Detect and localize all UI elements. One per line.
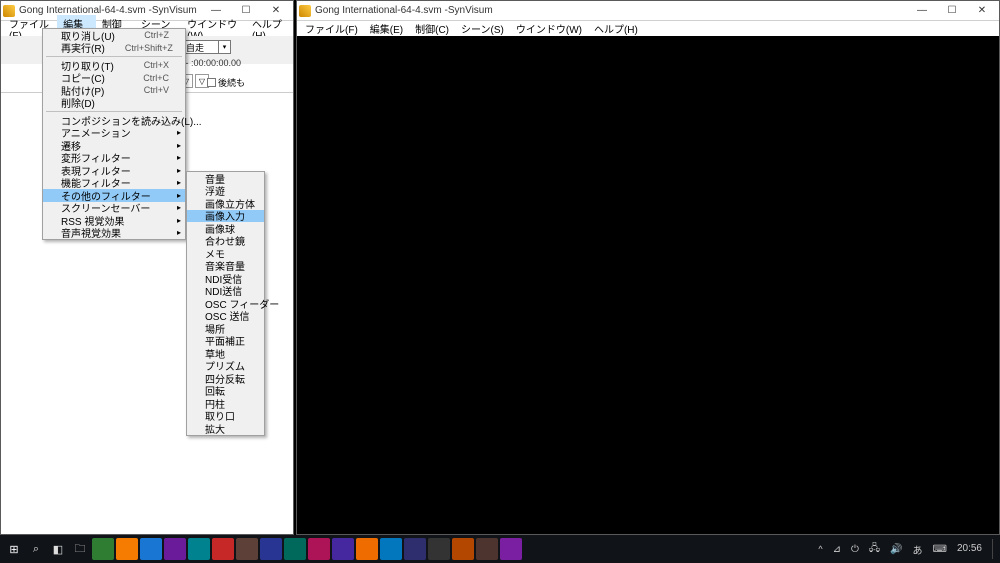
menu-item-label: 音声視覚効果 [61, 225, 169, 240]
taskbar-app[interactable] [500, 538, 522, 560]
titlebar[interactable]: Gong International-64-4.svm -SynVisum — … [297, 1, 999, 21]
taskbar-app[interactable] [236, 538, 258, 560]
taskbar-app[interactable] [404, 538, 426, 560]
explorer-icon[interactable]: 🗀 [70, 539, 90, 559]
app-icon [299, 5, 311, 17]
taskbar-clock[interactable]: 20:56 [957, 544, 982, 555]
menu-item-label: 削除(D) [61, 95, 169, 110]
taskbar-app[interactable] [356, 538, 378, 560]
tray-network-icon[interactable]: 🖧 [869, 541, 880, 558]
taskbar-app[interactable] [380, 538, 402, 560]
tray-power-icon[interactable]: ⏻ [851, 544, 859, 555]
submenu-arrow-icon: ▸ [177, 178, 181, 187]
taskbar-app[interactable] [92, 538, 114, 560]
menu-item[interactable]: 削除(D) [43, 97, 185, 110]
menu-item[interactable]: 音声視覚効果 ▸ [43, 227, 185, 240]
taskbar-app[interactable] [284, 538, 306, 560]
checkbox-label: 後続も [218, 76, 245, 89]
follow-checkbox[interactable]: 後続も [207, 76, 245, 89]
other-filters-submenu: 音量浮遊画像立方体画像入力画像球合わせ鏡メモ音楽音量NDI受信NDI送信OSC … [186, 171, 265, 436]
taskbar: ⊞ ⌕ ◧ 🗀 ^ ⊿ ⏻ 🖧 🔊 あ ⌨ 20:56 [0, 535, 1000, 563]
menu-accel: Ctrl+V [144, 85, 169, 95]
menubar: ファイル(F) 編集(E) 制御(C) シーン(S) ウインドウ(W) ヘルプ(… [297, 21, 999, 36]
menu-file[interactable]: ファイル(F) [299, 20, 364, 37]
submenu-item[interactable]: 拡大 [187, 422, 264, 435]
search-icon[interactable]: ⌕ [26, 539, 46, 559]
chevron-down-icon: ▾ [218, 41, 230, 53]
taskbar-app[interactable] [164, 538, 186, 560]
taskbar-app[interactable] [476, 538, 498, 560]
submenu-item-label: 拡大 [205, 421, 248, 436]
edit-dropdown-menu: 取り消し(U)Ctrl+Z再実行(R)Ctrl+Shift+Z切り取り(T)Ct… [42, 28, 186, 240]
submenu-arrow-icon: ▸ [177, 216, 181, 225]
clock-time: 20:56 [957, 544, 982, 555]
taskbar-app[interactable] [428, 538, 450, 560]
taskbar-app[interactable] [452, 538, 474, 560]
menu-window[interactable]: ウインドウ(W) [510, 20, 588, 37]
taskbar-app[interactable] [116, 538, 138, 560]
task-view-icon[interactable]: ◧ [48, 539, 68, 559]
maximize-button[interactable]: ☐ [937, 2, 967, 20]
submenu-arrow-icon: ▸ [177, 191, 181, 200]
preview-viewport[interactable] [297, 36, 999, 534]
submenu-arrow-icon: ▸ [177, 153, 181, 162]
submenu-arrow-icon: ▸ [177, 141, 181, 150]
minimize-button[interactable]: — [907, 2, 937, 20]
submenu-arrow-icon: ▸ [177, 128, 181, 137]
taskbar-app[interactable] [308, 538, 330, 560]
right-app-window: Gong International-64-4.svm -SynVisum — … [296, 0, 1000, 535]
taskbar-app[interactable] [188, 538, 210, 560]
taskbar-app[interactable] [260, 538, 282, 560]
tray-overflow-icon[interactable]: ^ [818, 544, 822, 554]
mode-combo[interactable]: 自走 ▾ [183, 40, 231, 54]
tray-volume-icon[interactable]: 🔊 [890, 544, 902, 555]
menu-accel: Ctrl+Z [144, 30, 169, 40]
combo-value: 自走 [186, 41, 204, 54]
close-button[interactable]: ✕ [967, 2, 997, 20]
checkbox-box [207, 78, 216, 87]
show-desktop-button[interactable] [992, 539, 996, 559]
menu-accel: Ctrl+C [143, 73, 169, 83]
menu-help[interactable]: ヘルプ(H) [588, 20, 644, 37]
submenu-arrow-icon: ▸ [177, 203, 181, 212]
window-title: Gong International-64-4.svm -SynVisum [315, 5, 907, 16]
menu-scene[interactable]: シーン(S) [455, 20, 510, 37]
menu-item[interactable]: 再実行(R) Ctrl+Shift+Z [43, 42, 185, 55]
submenu-arrow-icon: ▸ [177, 166, 181, 175]
menu-accel: Ctrl+Shift+Z [125, 43, 173, 53]
tray-keyboard-icon[interactable]: ⌨ [933, 544, 947, 555]
menu-edit[interactable]: 編集(E) [364, 20, 409, 37]
menu-control[interactable]: 制御(C) [409, 20, 455, 37]
taskbar-app[interactable] [212, 538, 234, 560]
menu-item-label: 再実行(R) [61, 40, 105, 55]
tray-ime-icon[interactable]: あ [913, 542, 923, 557]
tray-icon[interactable]: ⊿ [833, 544, 841, 555]
taskbar-app[interactable] [140, 538, 162, 560]
submenu-arrow-icon: ▸ [177, 228, 181, 237]
menu-accel: Ctrl+X [144, 60, 169, 70]
taskbar-app[interactable] [332, 538, 354, 560]
start-button[interactable]: ⊞ [4, 539, 24, 559]
